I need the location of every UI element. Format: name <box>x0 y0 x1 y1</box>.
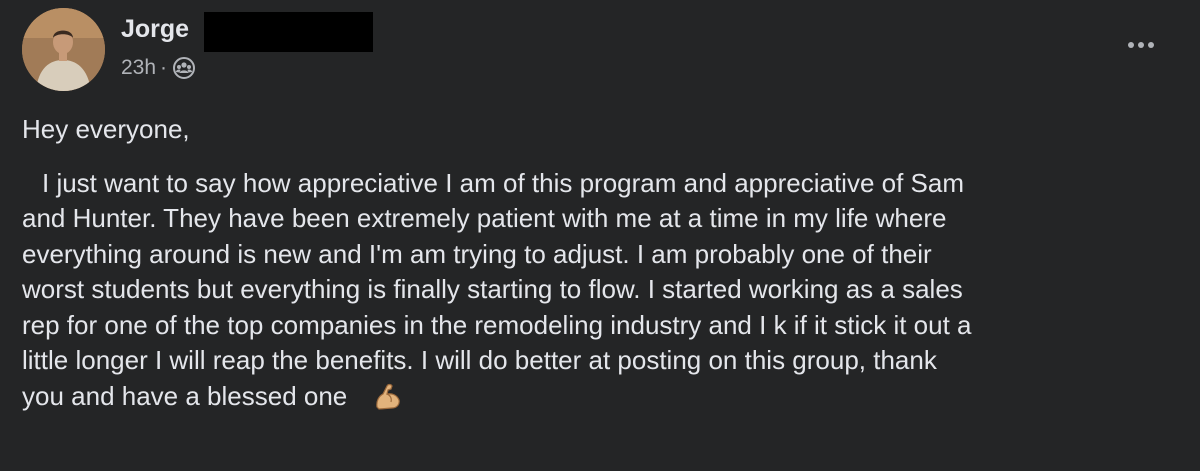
more-options-button[interactable] <box>1119 30 1163 60</box>
post-body: Hey everyone, I just want to say how app… <box>22 112 1182 414</box>
redacted-surname-box <box>204 12 373 52</box>
post-message-text: I just want to say how appreciative I am… <box>22 167 972 411</box>
author-row: Jorge <box>121 12 189 52</box>
more-options-icon-dot <box>1148 42 1154 48</box>
group-icon[interactable] <box>173 57 196 79</box>
post-greeting: Hey everyone, <box>22 114 190 144</box>
post-message: I just want to say how appreciative I am… <box>22 166 1182 415</box>
post-card: Jorge 23h · Hey everyone, I just want to… <box>0 0 1200 471</box>
author-avatar[interactable] <box>22 8 105 91</box>
post-timestamp[interactable]: 23h <box>121 56 156 80</box>
post-meta: 23h · <box>121 56 196 80</box>
more-options-icon-dot <box>1138 42 1144 48</box>
author-name[interactable]: Jorge <box>121 16 189 42</box>
meta-separator: · <box>160 56 168 79</box>
more-options-icon <box>1128 42 1134 48</box>
flexed-biceps-icon <box>353 381 401 411</box>
avatar-photo <box>22 8 105 91</box>
